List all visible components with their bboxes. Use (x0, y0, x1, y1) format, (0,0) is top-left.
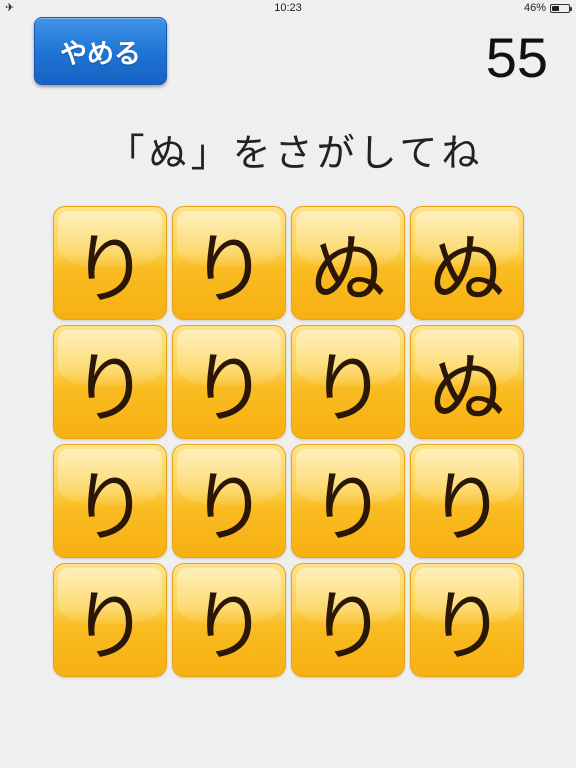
tile-label: り (429, 582, 505, 671)
tile-label: り (191, 582, 267, 671)
tile[interactable]: り (410, 563, 524, 677)
tile[interactable]: り (53, 325, 167, 439)
tile-label: り (72, 225, 148, 314)
tile-label: ぬ (429, 225, 505, 314)
instruction-text: 「ぬ」をさがしてね (106, 131, 484, 175)
tile-label: り (310, 344, 386, 433)
tile[interactable]: り (172, 563, 286, 677)
tile[interactable]: ぬ (291, 206, 405, 320)
tile[interactable]: り (291, 444, 405, 558)
tile[interactable]: り (53, 444, 167, 558)
score-counter: 55 (485, 26, 548, 89)
tile[interactable]: り (53, 563, 167, 677)
tile[interactable]: り (291, 563, 405, 677)
tile-label: り (429, 463, 505, 552)
tile[interactable]: り (172, 325, 286, 439)
tile-label: り (191, 463, 267, 552)
tile-label: ぬ (310, 225, 386, 314)
tile-label: り (72, 463, 148, 552)
tile[interactable]: り (410, 444, 524, 558)
tile[interactable]: ぬ (410, 325, 524, 439)
status-bar: ✈ 10:23 46% (0, 0, 576, 18)
tile[interactable]: り (172, 206, 286, 320)
status-time: 10:23 (274, 2, 302, 14)
tile-label: り (72, 582, 148, 671)
tile[interactable]: り (172, 444, 286, 558)
battery-percent: 46% (523, 2, 546, 14)
tile-label: ぬ (429, 344, 505, 433)
quit-button[interactable]: やめる (34, 17, 167, 85)
tile-label: り (72, 344, 148, 433)
battery-icon (550, 3, 572, 13)
tile-label: り (191, 225, 267, 314)
tile-grid: りりぬぬりりりぬりりりりりりりり (53, 206, 525, 677)
battery-status: 46% (523, 2, 572, 14)
tile-label: り (310, 463, 386, 552)
tile-label: り (191, 344, 267, 433)
tile-label: り (310, 582, 386, 671)
tile[interactable]: り (53, 206, 167, 320)
tile[interactable]: り (291, 325, 405, 439)
tile[interactable]: ぬ (410, 206, 524, 320)
battery-fill (552, 5, 560, 11)
